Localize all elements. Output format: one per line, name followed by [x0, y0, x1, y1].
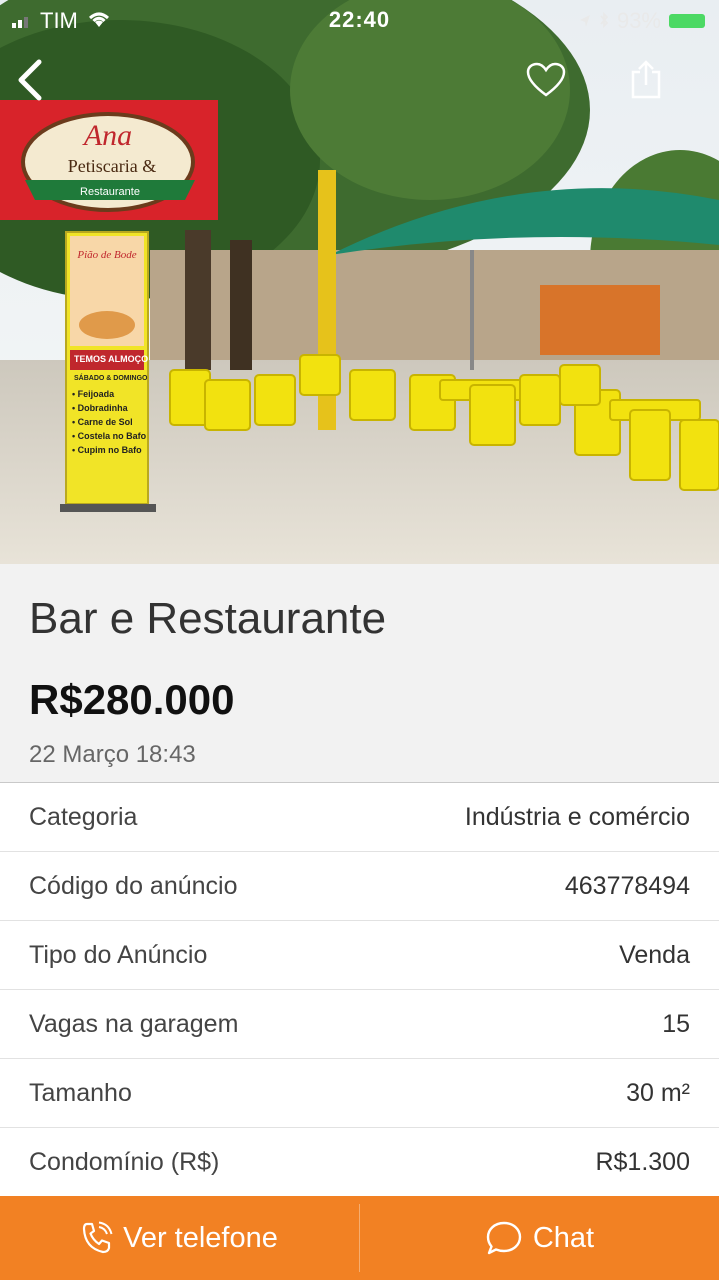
chat-label: Chat: [532, 1221, 595, 1254]
detail-row-ad-type: Tipo do Anúncio Venda: [0, 921, 719, 990]
detail-label: Vagas na garagem: [29, 1010, 239, 1038]
bluetooth-icon: [599, 8, 609, 34]
banner-line: SÁBADO & DOMINGO: [74, 373, 148, 382]
detail-row-category: Categoria Indústria e comércio: [0, 783, 719, 852]
location-icon: [579, 8, 591, 34]
detail-value: 30 m²: [626, 1079, 690, 1107]
banner-line: • Cupim no Bafo: [72, 445, 142, 455]
view-phone-button[interactable]: Ver telefone: [0, 1196, 359, 1280]
detail-label: Categoria: [29, 803, 138, 831]
banner-title-text: Pião de Bode: [76, 249, 136, 261]
sign-line-text: Petiscaria &: [68, 156, 156, 176]
status-right: 93%: [579, 8, 705, 34]
banner-line: TEMOS ALMOÇO: [74, 354, 148, 364]
share-button[interactable]: [624, 58, 668, 102]
battery-percent: 93%: [616, 8, 661, 33]
detail-value: 15: [662, 1010, 690, 1038]
detail-value: Venda: [619, 941, 690, 969]
detail-row-ad-code: Código do anúncio 463778494: [0, 852, 719, 921]
heart-icon: [526, 62, 566, 97]
chat-button[interactable]: Chat: [360, 1196, 719, 1280]
sign-brand-text: Ana: [82, 119, 132, 152]
banner-line: • Dobradinha: [72, 403, 129, 413]
detail-label: Condomínio (R$): [29, 1148, 220, 1176]
listing-price: R$280.000: [29, 676, 235, 723]
share-icon: [631, 60, 661, 99]
back-button[interactable]: [8, 58, 52, 102]
detail-label: Código do anúncio: [29, 872, 238, 900]
detail-label: Tamanho: [29, 1079, 132, 1107]
detail-row-condo-fee: Condomínio (R$) R$1.300: [0, 1128, 719, 1197]
detail-value: R$1.300: [595, 1148, 690, 1176]
detail-row-size: Tamanho 30 m²: [0, 1059, 719, 1128]
listing-date: 22 Março 18:43: [29, 741, 196, 768]
banner-line: • Costela no Bafo: [72, 431, 147, 441]
phone-icon: [82, 1221, 113, 1254]
action-bar: Ver telefone Chat: [0, 1196, 719, 1280]
detail-label: Tipo do Anúncio: [29, 941, 208, 969]
chevron-left-icon: [18, 59, 42, 101]
listing-photo[interactable]: Ana Petiscaria & Restaurante Pião de Bod…: [0, 0, 719, 564]
listing-title: Bar e Restaurante: [29, 594, 387, 643]
sign-ribbon-text: Restaurante: [80, 186, 140, 198]
battery-icon: [669, 14, 705, 28]
favorite-button[interactable]: [524, 58, 568, 102]
banner-line: • Feijoada: [72, 389, 115, 399]
status-bar: TIM 22:40 93%: [0, 0, 719, 40]
detail-row-parking: Vagas na garagem 15: [0, 990, 719, 1059]
banner-line: • Carne de Sol: [72, 417, 133, 427]
detail-value: 463778494: [564, 872, 690, 900]
view-phone-label: Ver telefone: [123, 1221, 278, 1254]
chat-bubble-icon: [486, 1221, 522, 1255]
detail-value: Indústria e comércio: [464, 803, 690, 831]
details-list: Categoria Indústria e comércio Código do…: [0, 783, 719, 1197]
